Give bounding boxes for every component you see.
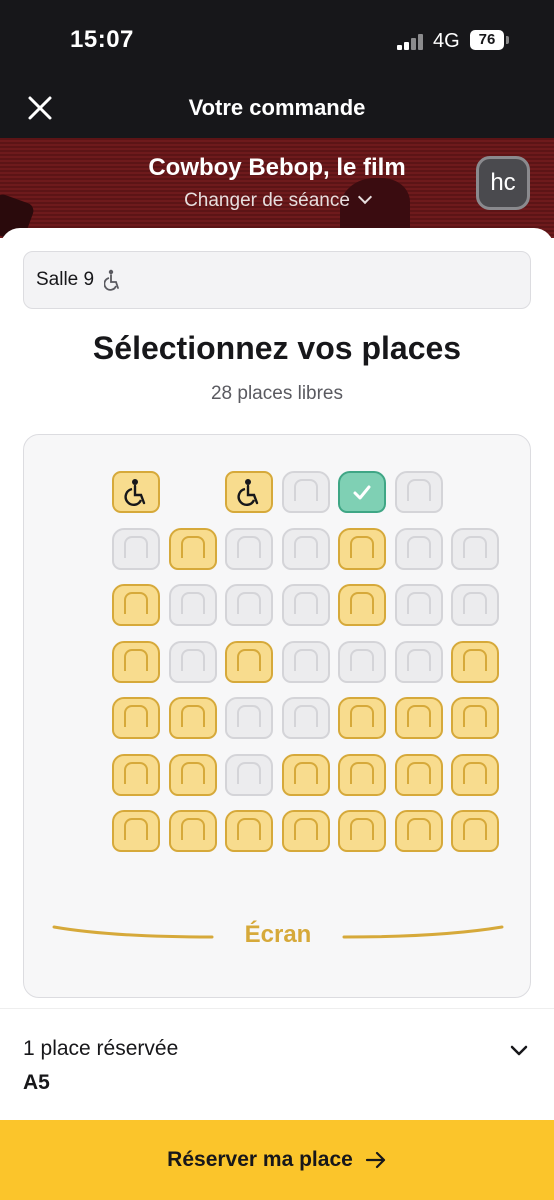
taken-seat bbox=[225, 527, 273, 570]
taken-seat bbox=[451, 584, 499, 626]
page-title: Votre commande bbox=[188, 95, 366, 120]
booking-summary: 1 place réservée A5 bbox=[0, 1008, 554, 1120]
room-chip: Salle 9 bbox=[23, 251, 531, 309]
arrow-right-icon bbox=[365, 1151, 385, 1169]
status-bar: 15:07 4G 76 bbox=[0, 0, 554, 80]
status-time: 15:07 bbox=[70, 26, 134, 53]
taken-seat bbox=[225, 697, 273, 739]
taken-seat bbox=[281, 527, 330, 570]
available-seat[interactable] bbox=[225, 810, 273, 852]
seat-map: Écran bbox=[23, 434, 531, 998]
taken-seat bbox=[168, 640, 217, 683]
available-seat[interactable] bbox=[168, 527, 217, 570]
wheelchair-icon bbox=[104, 269, 120, 291]
nav-bar: Votre commande bbox=[0, 80, 554, 138]
selected-seat[interactable] bbox=[338, 471, 386, 513]
battery-icon: 76 bbox=[470, 30, 504, 50]
available-seat[interactable] bbox=[338, 810, 386, 852]
available-seat[interactable] bbox=[168, 697, 217, 739]
available-seat[interactable] bbox=[112, 697, 160, 739]
available-seat[interactable] bbox=[451, 810, 499, 852]
reserved-count: 1 place réservée bbox=[23, 1037, 179, 1060]
available-seat[interactable] bbox=[451, 697, 499, 739]
taken-seat bbox=[112, 527, 160, 570]
available-seat[interactable] bbox=[168, 810, 217, 852]
available-seat[interactable] bbox=[112, 584, 160, 626]
taken-seat bbox=[281, 697, 330, 739]
taken-seat bbox=[281, 471, 330, 513]
reserved-seats: A5 bbox=[23, 1071, 50, 1094]
wheelchair-seat[interactable] bbox=[225, 471, 273, 513]
taken-seat bbox=[168, 584, 217, 626]
taken-seat bbox=[394, 527, 443, 570]
available-seat[interactable] bbox=[394, 810, 443, 852]
taken-seat bbox=[394, 640, 443, 683]
available-seat[interactable] bbox=[451, 640, 499, 683]
taken-seat bbox=[394, 471, 443, 513]
network-type: 4G bbox=[433, 30, 460, 52]
available-seat[interactable] bbox=[338, 697, 386, 739]
chevron-down-icon bbox=[357, 189, 372, 205]
taken-seat bbox=[338, 640, 386, 683]
taken-seat bbox=[451, 527, 499, 570]
taken-seat bbox=[225, 584, 273, 626]
film-title: Cowboy Bebop, le film bbox=[148, 154, 406, 181]
available-seat[interactable] bbox=[112, 810, 160, 852]
available-seat[interactable] bbox=[394, 753, 443, 796]
seat-selection-sheet: Salle 9 Sélectionnez vos places 28 place… bbox=[0, 228, 554, 1008]
available-seat[interactable] bbox=[281, 753, 330, 796]
available-seat[interactable] bbox=[394, 697, 443, 739]
reserve-button-label: Réserver ma place bbox=[167, 1148, 353, 1171]
available-seat[interactable] bbox=[338, 584, 386, 626]
reserve-button[interactable]: Réserver ma place bbox=[0, 1120, 554, 1200]
available-seat[interactable] bbox=[168, 753, 217, 796]
available-seat[interactable] bbox=[338, 527, 386, 570]
change-session-label: Changer de séance bbox=[184, 190, 350, 211]
wheelchair-seat[interactable] bbox=[112, 471, 160, 513]
room-label: Salle 9 bbox=[36, 269, 95, 290]
section-title: Sélectionnez vos places bbox=[92, 330, 462, 366]
change-session-button[interactable]: Changer de séance bbox=[0, 189, 554, 212]
signal-icon bbox=[397, 34, 427, 50]
battery-tip bbox=[506, 36, 509, 44]
screen-label: Écran bbox=[244, 921, 312, 948]
avatar[interactable]: hc bbox=[476, 156, 530, 210]
available-seat[interactable] bbox=[451, 753, 499, 796]
chevron-down-icon[interactable] bbox=[508, 1039, 530, 1061]
film-banner: Cowboy Bebop, le film Changer de séance bbox=[0, 138, 554, 238]
taken-seat bbox=[225, 753, 273, 796]
available-seat[interactable] bbox=[112, 753, 160, 796]
available-seat[interactable] bbox=[225, 640, 273, 683]
taken-seat bbox=[281, 640, 330, 683]
available-seat[interactable] bbox=[112, 640, 160, 683]
taken-seat bbox=[281, 584, 330, 626]
free-seats-count: 28 places libres bbox=[210, 383, 344, 404]
available-seat[interactable] bbox=[281, 810, 330, 852]
available-seat[interactable] bbox=[338, 753, 386, 796]
taken-seat bbox=[394, 584, 443, 626]
